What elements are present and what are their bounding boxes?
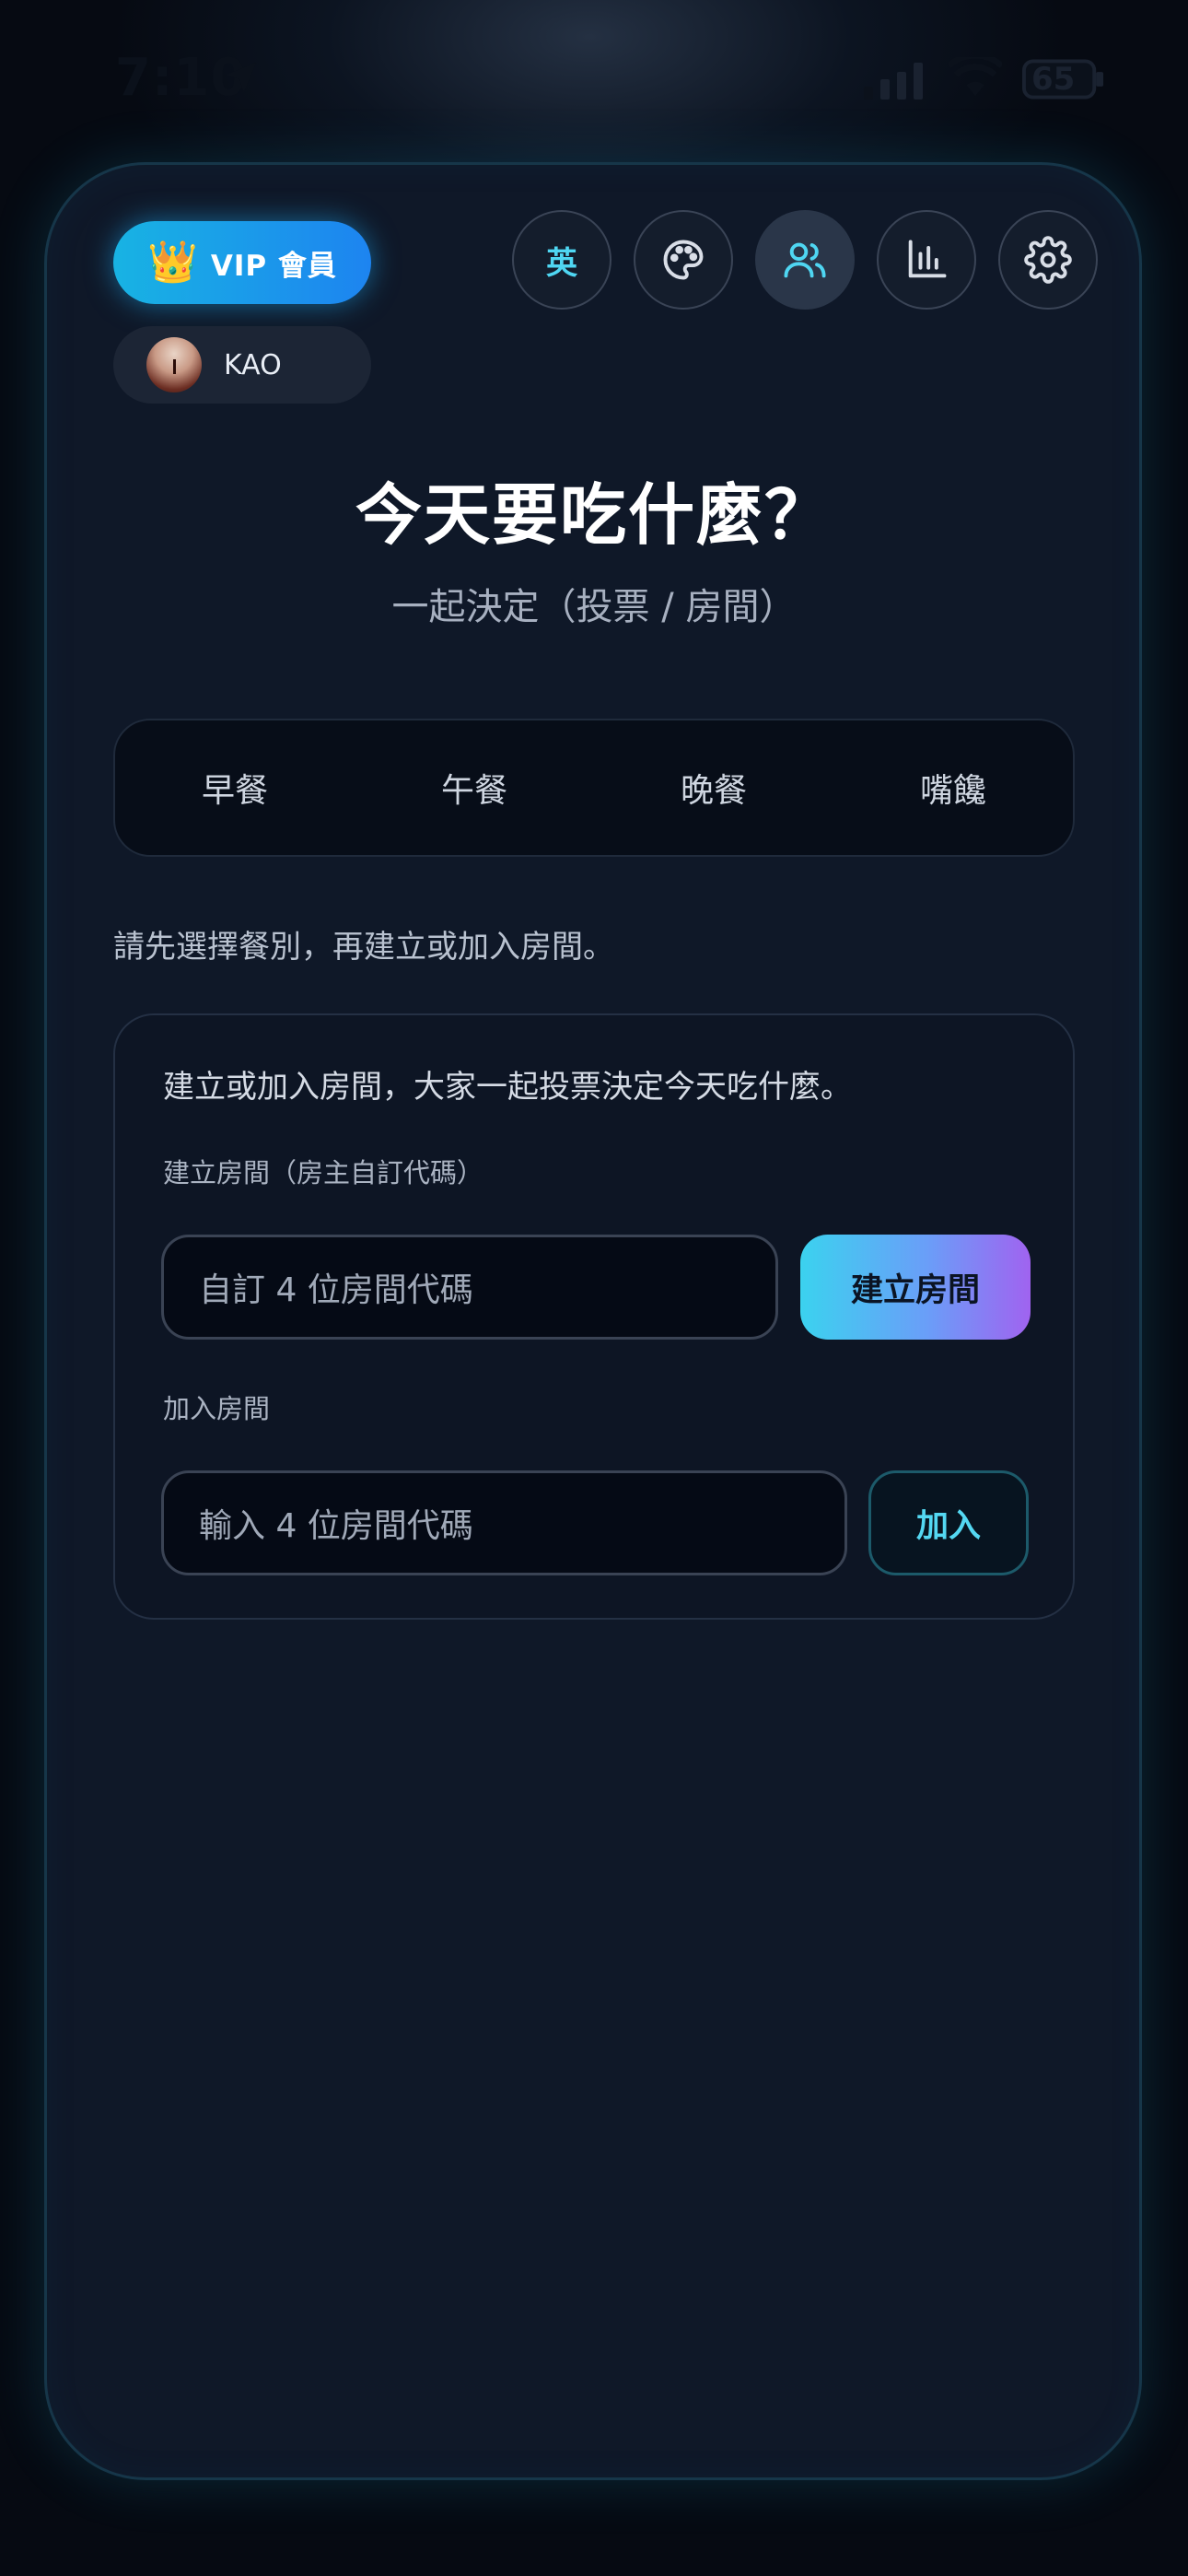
bar-chart-icon	[908, 240, 947, 278]
vip-badge[interactable]: 👑 VIP 會員	[113, 221, 371, 304]
gear-icon	[1024, 236, 1072, 284]
cellular-signal-icon	[864, 63, 923, 100]
palette-icon	[663, 240, 704, 280]
instruction-hint: 請先選擇餐別，再建立或加入房間。	[113, 929, 614, 966]
page-title: 今天要吃什麼？	[355, 476, 833, 554]
join-room-code-input[interactable]: 輸入 4 位房間代碼	[161, 1470, 847, 1575]
language-toggle-button[interactable]: 英	[512, 210, 611, 310]
meal-option-lunch[interactable]: 午餐	[355, 720, 594, 855]
crown-icon: 👑	[147, 239, 198, 286]
meal-option-snack[interactable]: 嘴饞	[833, 720, 1073, 855]
language-label: 英	[546, 244, 577, 282]
meal-option-breakfast[interactable]: 早餐	[115, 720, 355, 855]
room-intro-text: 建立或加入房間，大家一起投票決定今天吃什麼。	[163, 1069, 852, 1106]
join-room-label: 加入房間	[163, 1393, 271, 1424]
room-panel: 建立或加入房間，大家一起投票決定今天吃什麼。 建立房間（房主自訂代碼） 自訂 4…	[113, 1013, 1075, 1620]
avatar	[146, 337, 202, 392]
join-room-button[interactable]: 加入	[868, 1470, 1029, 1575]
user-name: KAO	[224, 348, 282, 381]
meal-option-dinner[interactable]: 晚餐	[594, 720, 833, 855]
status-bar: 7:10 65	[0, 0, 1188, 157]
stats-button[interactable]	[877, 210, 976, 310]
settings-button[interactable]	[998, 210, 1098, 310]
battery-percent: 65	[1031, 61, 1076, 98]
wifi-icon	[949, 57, 1002, 97]
page-subtitle: 一起決定（投票 / 房間）	[391, 586, 797, 628]
create-room-label: 建立房間（房主自訂代碼）	[163, 1157, 484, 1188]
room-mode-button[interactable]	[755, 210, 855, 310]
create-room-code-input[interactable]: 自訂 4 位房間代碼	[161, 1235, 778, 1340]
user-chip[interactable]: KAO	[113, 326, 371, 404]
theme-button[interactable]	[634, 210, 733, 310]
users-icon	[784, 242, 826, 278]
meal-selector: 早餐 午餐 晚餐 嘴饞	[113, 719, 1075, 857]
create-room-button[interactable]: 建立房間	[800, 1235, 1031, 1340]
battery-icon: 65	[1022, 59, 1105, 100]
location-arrow-icon	[226, 62, 257, 93]
vip-label: VIP 會員	[210, 249, 337, 283]
